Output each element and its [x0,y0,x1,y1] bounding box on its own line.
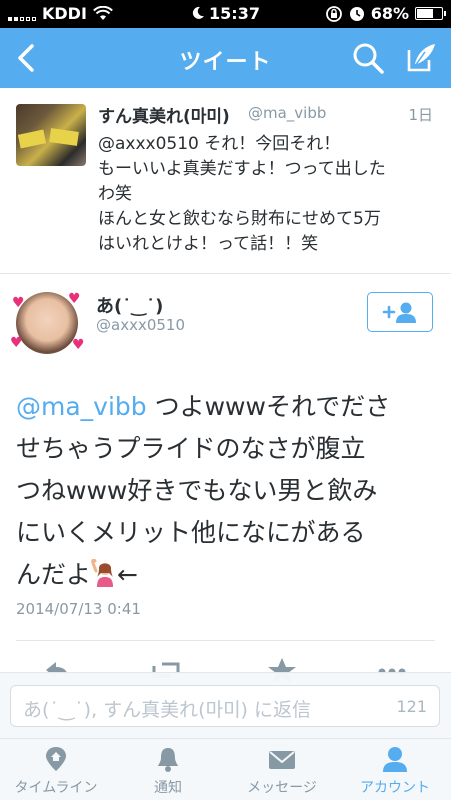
reply-bar: あ(˙‿˙), すん真美れ(마미) に返信 121 [0,672,451,738]
battery-percent: 68% [370,4,409,23]
parent-tweet-time: 1日 [408,106,433,124]
parent-tweet-author-name[interactable]: すん真美れ(마미) [98,102,230,127]
parent-tweet-line: もーいいよ真美だすよ！つって出した [98,159,386,179]
parent-tweet-author-handle: @ma_vibb [248,104,327,122]
tweet-timestamp: 2014/07/13 0:41 [16,600,141,618]
tab-label: 通知 [154,780,182,796]
navigation-bar: ツイート [0,28,451,88]
tweet-text-fragment: んだよ [16,560,92,589]
clock-label: 15:37 [209,4,260,23]
parent-tweet[interactable]: すん真美れ(마미) @ma_vibb 1日 @axxx0510 それ！今回それ！… [0,88,451,274]
moon-icon [192,6,205,19]
mention-link[interactable]: @ma_vibb [16,392,147,421]
status-bar: KDDI 15:37 68% [0,0,451,28]
person-icon [383,747,407,772]
add-user-icon [382,302,416,323]
parent-tweet-line: わ笑 [98,184,132,204]
follow-button[interactable] [367,292,433,332]
tab-label: タイムライン [14,780,98,796]
tab-messages[interactable]: メッセージ [226,739,338,800]
heart-decoration-icon: ♥ [68,291,81,307]
divider [16,640,435,641]
tweet-text-line: つねwww好きでもない男と飲み [16,476,378,505]
heart-decoration-icon: ♥ [12,295,25,311]
parent-tweet-line: @axxx0510 それ！今回それ！ [98,134,341,154]
bell-icon [158,748,178,772]
rotation-lock-icon [325,5,342,22]
parent-tweet-line: ほんと女と飲むなら財布にせめて5万 [98,209,381,229]
battery-icon [415,7,446,20]
tab-label: アカウント [360,780,430,796]
parent-tweet-line: はいれとけよ！って話！！笑 [98,234,319,254]
reply-placeholder: あ(˙‿˙), すん真美れ(마미) に返信 [23,699,312,721]
battery-fill [417,9,433,18]
tweet-text-fragment: つよwwwそれでださ [146,392,391,421]
tweet-text: @ma_vibb つよwwwそれでださ せちゃうプライドのなさが腹立 つねwww… [16,386,436,596]
home-icon [46,747,66,771]
tab-notifications[interactable]: 通知 [112,739,224,800]
tab-label: メッセージ [247,780,317,796]
envelope-icon [269,751,295,769]
parent-tweet-avatar[interactable] [16,104,86,166]
tweet-text-fragment: ← [117,560,138,589]
tweet-text-line: せちゃうプライドのなさが腹立 [16,434,366,463]
heart-decoration-icon: ♥ [72,337,85,353]
status-bar-right: 68% [325,4,446,23]
search-icon[interactable] [351,41,385,75]
woman-raising-hand-emoji-icon [91,558,117,587]
tweet-author-handle: @axxx0510 [96,316,185,334]
tab-bar: タイムライン 通知 メッセージ アカウント [0,738,451,800]
tweet-text-line: んだよ ← [16,554,436,596]
tab-account[interactable]: アカウント [339,739,451,800]
alarm-clock-icon [349,6,364,21]
compose-tweet-icon[interactable] [403,40,439,76]
reply-input[interactable]: あ(˙‿˙), すん真美れ(마미) に返信 121 [10,685,440,727]
tweet-author-name[interactable]: あ(˙‿˙) [96,292,163,318]
character-counter: 121 [396,697,427,716]
heart-decoration-icon: ♥ [10,335,23,351]
tweet-text-line: にいくメリット他になにがある [16,518,366,547]
tweet-text-line: @ma_vibb つよwwwそれでださ [16,386,436,428]
parent-tweet-text: @axxx0510 それ！今回それ！ もーいいよ真美だすよ！つって出した わ笑 … [98,132,438,257]
tab-timeline[interactable]: タイムライン [0,739,112,800]
